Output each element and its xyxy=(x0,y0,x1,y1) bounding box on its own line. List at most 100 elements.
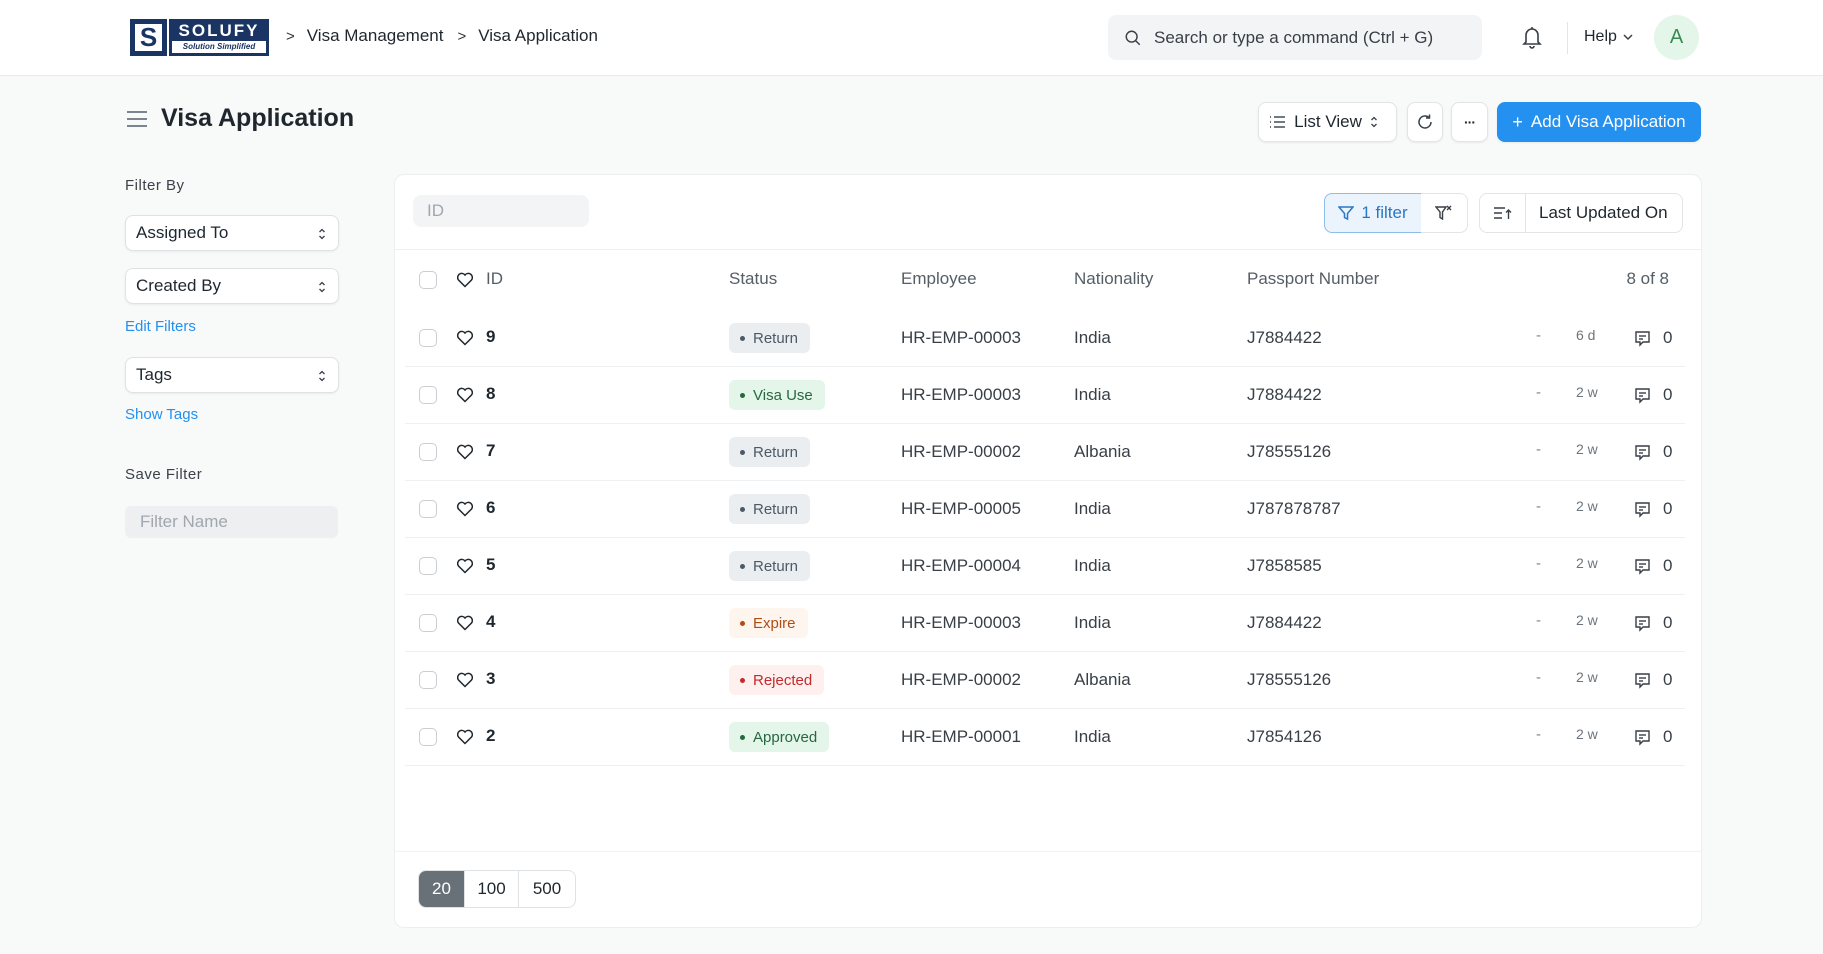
comment-count[interactable]: 0 xyxy=(1634,442,1672,462)
heart-icon[interactable] xyxy=(456,728,474,746)
clear-filters-button[interactable] xyxy=(1421,193,1468,233)
heart-icon[interactable] xyxy=(456,614,474,632)
list-view-switcher[interactable]: List View xyxy=(1258,102,1397,142)
comment-icon xyxy=(1634,330,1657,347)
assigned-to-cell: - xyxy=(1536,327,1541,344)
status-dot xyxy=(740,335,745,341)
comment-count[interactable]: 0 xyxy=(1634,556,1672,576)
assigned-to-cell: - xyxy=(1536,612,1541,629)
user-avatar[interactable]: A xyxy=(1654,15,1699,60)
created-by-select[interactable]: Created By xyxy=(125,268,339,304)
heart-icon[interactable] xyxy=(456,500,474,518)
nationality-cell: India xyxy=(1074,499,1111,518)
id-filter-input[interactable]: ID xyxy=(413,195,589,227)
column-header-passport-number[interactable]: Passport Number xyxy=(1247,269,1379,289)
refresh-button[interactable] xyxy=(1407,102,1443,142)
page-size-20[interactable]: 20 xyxy=(419,871,465,907)
tags-select[interactable]: Tags xyxy=(125,357,339,393)
show-tags-link[interactable]: Show Tags xyxy=(125,406,198,423)
employee-cell: HR-EMP-00001 xyxy=(901,727,1021,746)
passport-number-cell: J78555126 xyxy=(1247,442,1332,461)
comment-count[interactable]: 0 xyxy=(1634,613,1672,633)
row-checkbox[interactable] xyxy=(419,557,437,575)
table-row[interactable]: 9 Return HR-EMP-00003 India J7884422 - 6 d 0 xyxy=(395,310,1703,367)
select-all-checkbox[interactable] xyxy=(419,271,437,289)
row-id[interactable]: 3 xyxy=(486,669,495,689)
comment-count[interactable]: 0 xyxy=(1634,727,1672,747)
row-id[interactable]: 5 xyxy=(486,555,495,575)
row-id[interactable]: 4 xyxy=(486,612,495,632)
breadcrumb-visa-application[interactable]: Visa Application xyxy=(478,26,598,46)
hamburger-icon[interactable] xyxy=(126,110,148,128)
table-row[interactable]: 2 Approved HR-EMP-00001 India J7854126 - 2 w 0 xyxy=(395,709,1703,766)
table-row[interactable]: 3 Rejected HR-EMP-00002 Albania J78555126 - 2 … xyxy=(395,652,1703,709)
created-by-label: Created By xyxy=(136,276,222,295)
heart-icon[interactable] xyxy=(456,557,474,575)
column-header-nationality[interactable]: Nationality xyxy=(1074,269,1153,289)
more-actions-button[interactable]: ··· xyxy=(1451,102,1488,142)
page-size-500[interactable]: 500 xyxy=(519,871,575,907)
solufy-logo[interactable]: S SOLUFY Solution Simplified xyxy=(130,19,269,56)
add-visa-application-button[interactable]: + Add Visa Application xyxy=(1497,102,1701,142)
heart-icon[interactable] xyxy=(456,329,474,347)
table-row[interactable]: 4 Expire HR-EMP-00003 India J7884422 - 2 w 0 xyxy=(395,595,1703,652)
comment-count[interactable]: 0 xyxy=(1634,328,1672,348)
row-checkbox[interactable] xyxy=(419,671,437,689)
row-checkbox[interactable] xyxy=(419,386,437,404)
comment-count[interactable]: 0 xyxy=(1634,499,1672,519)
row-checkbox[interactable] xyxy=(419,329,437,347)
modified-time: 2 w xyxy=(1576,441,1598,457)
filter-name-input[interactable]: Filter Name xyxy=(125,506,338,538)
status-badge: Return xyxy=(729,551,811,581)
edit-filters-link[interactable]: Edit Filters xyxy=(125,318,196,335)
filter-name-placeholder: Filter Name xyxy=(140,512,228,531)
comment-count[interactable]: 0 xyxy=(1634,670,1672,690)
employee-cell: HR-EMP-00003 xyxy=(901,613,1021,632)
help-dropdown[interactable]: Help xyxy=(1584,28,1633,46)
assigned-to-select[interactable]: Assigned To xyxy=(125,215,339,251)
heart-icon[interactable] xyxy=(456,671,474,689)
passport-number-cell: J787878787 xyxy=(1247,499,1341,518)
comment-icon xyxy=(1634,501,1657,518)
table-row[interactable]: 7 Return HR-EMP-00002 Albania J78555126 - 2 w 0 xyxy=(395,424,1703,481)
column-header-id[interactable]: ID xyxy=(486,269,503,289)
table-row[interactable]: 6 Return HR-EMP-00005 India J787878787 - 2 w 0 xyxy=(395,481,1703,538)
status-label: Expire xyxy=(753,614,796,632)
search-icon xyxy=(1125,30,1141,45)
assigned-to-cell: - xyxy=(1536,555,1541,572)
bell-icon[interactable] xyxy=(1520,24,1544,50)
nationality-cell: India xyxy=(1074,328,1111,347)
row-checkbox[interactable] xyxy=(419,500,437,518)
column-header-employee[interactable]: Employee xyxy=(901,269,977,289)
table-row[interactable]: 8 Visa Use HR-EMP-00003 India J7884422 - 2 w 0 xyxy=(395,367,1703,424)
sort-field-button[interactable]: Last Updated On xyxy=(1526,194,1682,232)
filter-button[interactable]: 1 filter xyxy=(1324,193,1422,233)
row-id[interactable]: 8 xyxy=(486,384,495,404)
passport-number-cell: J7854126 xyxy=(1247,727,1322,746)
breadcrumb-visa-management[interactable]: Visa Management xyxy=(307,26,444,46)
heart-icon[interactable] xyxy=(456,443,474,461)
row-checkbox[interactable] xyxy=(419,614,437,632)
nationality-cell: Albania xyxy=(1074,442,1131,461)
breadcrumb: > Visa Management > Visa Application xyxy=(286,26,612,46)
row-id[interactable]: 6 xyxy=(486,498,495,518)
sort-direction-button[interactable] xyxy=(1480,194,1526,232)
row-checkbox[interactable] xyxy=(419,728,437,746)
table-row[interactable]: 5 Return HR-EMP-00004 India J7858585 - 2 w 0 xyxy=(395,538,1703,595)
page-size-100[interactable]: 100 xyxy=(465,871,519,907)
employee-cell: HR-EMP-00002 xyxy=(901,442,1021,461)
global-search-input[interactable]: Search or type a command (Ctrl + G) xyxy=(1108,15,1482,60)
status-badge: Visa Use xyxy=(729,380,825,410)
navbar: S SOLUFY Solution Simplified > Visa Mana… xyxy=(0,0,1823,76)
heart-icon[interactable] xyxy=(456,386,474,404)
add-button-label: Add Visa Application xyxy=(1530,112,1686,131)
heart-icon[interactable] xyxy=(456,271,474,289)
row-id[interactable]: 9 xyxy=(486,327,495,347)
column-header-status[interactable]: Status xyxy=(729,269,777,289)
row-id[interactable]: 2 xyxy=(486,726,495,746)
row-id[interactable]: 7 xyxy=(486,441,495,461)
refresh-icon xyxy=(1418,114,1432,129)
row-checkbox[interactable] xyxy=(419,443,437,461)
comment-count[interactable]: 0 xyxy=(1634,385,1672,405)
divider xyxy=(395,851,1701,852)
